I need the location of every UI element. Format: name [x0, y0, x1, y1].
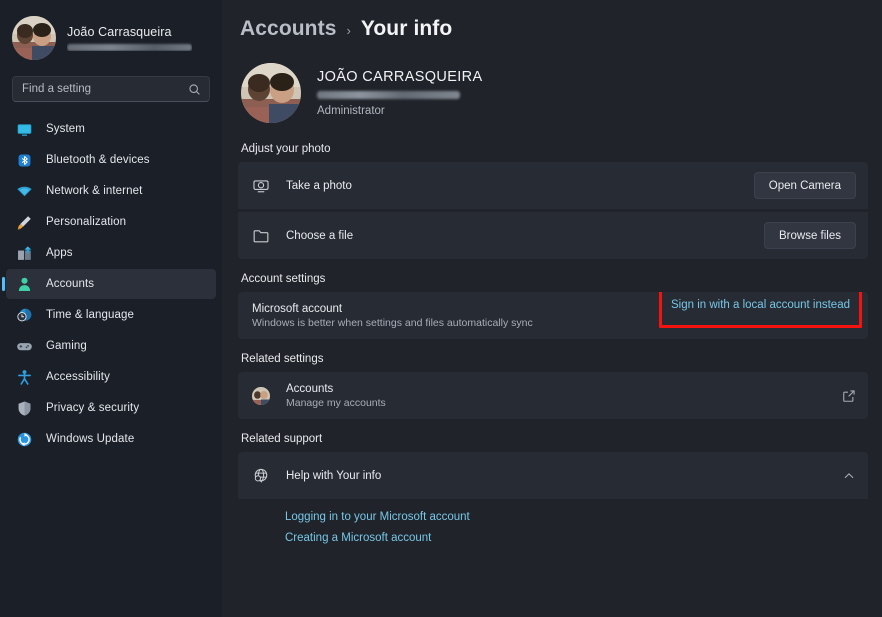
user-display-name: JOÃO CARRASQUEIRA [317, 69, 483, 85]
avatar [12, 16, 56, 60]
camera-icon [253, 179, 269, 192]
sidebar-item-bluetooth-devices[interactable]: Bluetooth & devices [6, 145, 216, 175]
related-settings-card: Accounts Manage my accounts [238, 372, 868, 419]
sidebar-item-privacy-security[interactable]: Privacy & security [6, 393, 216, 423]
row-sublabel: Windows is better when settings and file… [252, 316, 533, 329]
browse-files-button[interactable]: Browse files [764, 222, 856, 249]
settings-window: João Carrasqueira System [0, 0, 882, 617]
breadcrumb-parent[interactable]: Accounts [240, 17, 336, 41]
sidebar-profile[interactable]: João Carrasqueira [0, 0, 222, 70]
section-title: Account settings [241, 273, 326, 285]
related-support-card: Help with Your info Logging in to your M… [238, 452, 868, 553]
user-email-redacted [317, 91, 460, 99]
account-settings-card: Microsoft account Windows is better when… [238, 292, 868, 339]
bluetooth-icon [18, 154, 31, 166]
sidebar-item-time-language[interactable]: Time & language [6, 300, 216, 330]
clock-globe-icon [17, 308, 32, 321]
sidebar-item-gaming[interactable]: Gaming [6, 331, 216, 361]
highlight-box: Sign in with a local account instead [659, 292, 862, 328]
sidebar-item-label: Privacy & security [46, 402, 140, 414]
support-link-create-microsoft-account[interactable]: Creating a Microsoft account [285, 532, 868, 544]
search-box[interactable] [12, 76, 210, 102]
sidebar-item-accounts[interactable]: Accounts [2, 269, 216, 299]
row-choose-a-file[interactable]: Choose a file Browse files [238, 212, 868, 259]
chevron-right-icon: › [346, 23, 351, 38]
section-adjust-photo: Adjust your photo Take a photo Open Came… [238, 143, 868, 259]
display-icon [17, 123, 32, 136]
gamepad-icon [17, 342, 32, 350]
user-role: Administrator [317, 105, 385, 117]
row-take-a-photo[interactable]: Take a photo Open Camera [238, 162, 868, 209]
sidebar: João Carrasqueira System [0, 0, 222, 617]
sidebar-item-label: Time & language [46, 309, 135, 321]
sidebar-profile-name: João Carrasqueira [67, 25, 172, 39]
sidebar-item-apps[interactable]: Apps [6, 238, 216, 268]
sidebar-item-label: Personalization [46, 216, 127, 228]
update-icon [17, 432, 32, 446]
open-camera-button[interactable]: Open Camera [753, 172, 856, 199]
search-container [0, 70, 222, 112]
main-content: Accounts › Your info JOÃO CARRASQUEIRA A… [222, 0, 882, 617]
sign-in-local-account-link[interactable]: Sign in with a local account instead [671, 299, 850, 311]
sidebar-profile-email-redacted [67, 44, 192, 51]
section-account-settings: Account settings Microsoft account Windo… [238, 273, 868, 339]
section-related-settings: Related settings Accounts Manage my acco… [238, 353, 868, 419]
breadcrumb: Accounts › Your info [238, 17, 868, 41]
apps-icon [18, 245, 32, 260]
sidebar-item-personalization[interactable]: Personalization [6, 207, 216, 237]
row-label: Accounts [286, 382, 334, 395]
sidebar-item-label: Bluetooth & devices [46, 154, 150, 166]
avatar-photo [252, 386, 270, 405]
avatar-photo [12, 16, 56, 60]
avatar [241, 63, 301, 123]
search-icon[interactable] [188, 83, 201, 96]
adjust-photo-card: Take a photo Open Camera Choose a file B… [238, 162, 868, 259]
row-label: Microsoft account [252, 302, 343, 315]
row-sublabel: Manage my accounts [286, 396, 386, 409]
sidebar-item-windows-update[interactable]: Windows Update [6, 424, 216, 454]
section-related-support: Related support Help with Your info Logg… [238, 433, 868, 553]
sidebar-item-label: Gaming [46, 340, 87, 352]
sidebar-item-network-internet[interactable]: Network & internet [6, 176, 216, 206]
folder-icon [253, 229, 269, 242]
sidebar-item-label: Apps [46, 247, 73, 259]
row-label: Help with Your info [286, 469, 382, 482]
sidebar-item-label: Network & internet [46, 185, 143, 197]
section-title: Related support [241, 433, 323, 445]
avatar-icon [252, 386, 270, 405]
row-accounts-manage[interactable]: Accounts Manage my accounts [238, 372, 868, 419]
row-microsoft-account[interactable]: Microsoft account Windows is better when… [238, 292, 868, 339]
sidebar-item-label: Windows Update [46, 433, 135, 445]
support-link-login-microsoft-account[interactable]: Logging in to your Microsoft account [285, 511, 868, 523]
page-title: Your info [360, 17, 453, 40]
section-title: Adjust your photo [241, 143, 331, 155]
sidebar-item-system[interactable]: System [6, 114, 216, 144]
row-label: Take a photo [286, 179, 352, 192]
sidebar-item-label: Accessibility [46, 371, 110, 383]
user-hero: JOÃO CARRASQUEIRA Administrator [238, 59, 868, 123]
person-icon [18, 277, 31, 291]
row-help-with-your-info[interactable]: Help with Your info [238, 452, 868, 499]
search-input[interactable] [22, 83, 188, 95]
sidebar-item-label: System [46, 123, 85, 135]
sidebar-nav: System Bluetooth & devices Network & int… [0, 112, 222, 454]
chevron-up-icon[interactable] [842, 469, 856, 483]
globe-help-icon [254, 468, 268, 483]
section-title: Related settings [241, 353, 324, 365]
wifi-icon [17, 186, 32, 196]
shield-icon [18, 401, 31, 416]
row-label: Choose a file [286, 229, 354, 242]
sidebar-item-label: Accounts [46, 278, 95, 290]
external-link-icon[interactable] [842, 389, 856, 403]
accessibility-icon [18, 369, 31, 385]
paintbrush-icon [17, 215, 31, 230]
sidebar-item-accessibility[interactable]: Accessibility [6, 362, 216, 392]
avatar-photo [241, 63, 301, 123]
support-links: Logging in to your Microsoft account Cre… [238, 499, 868, 544]
